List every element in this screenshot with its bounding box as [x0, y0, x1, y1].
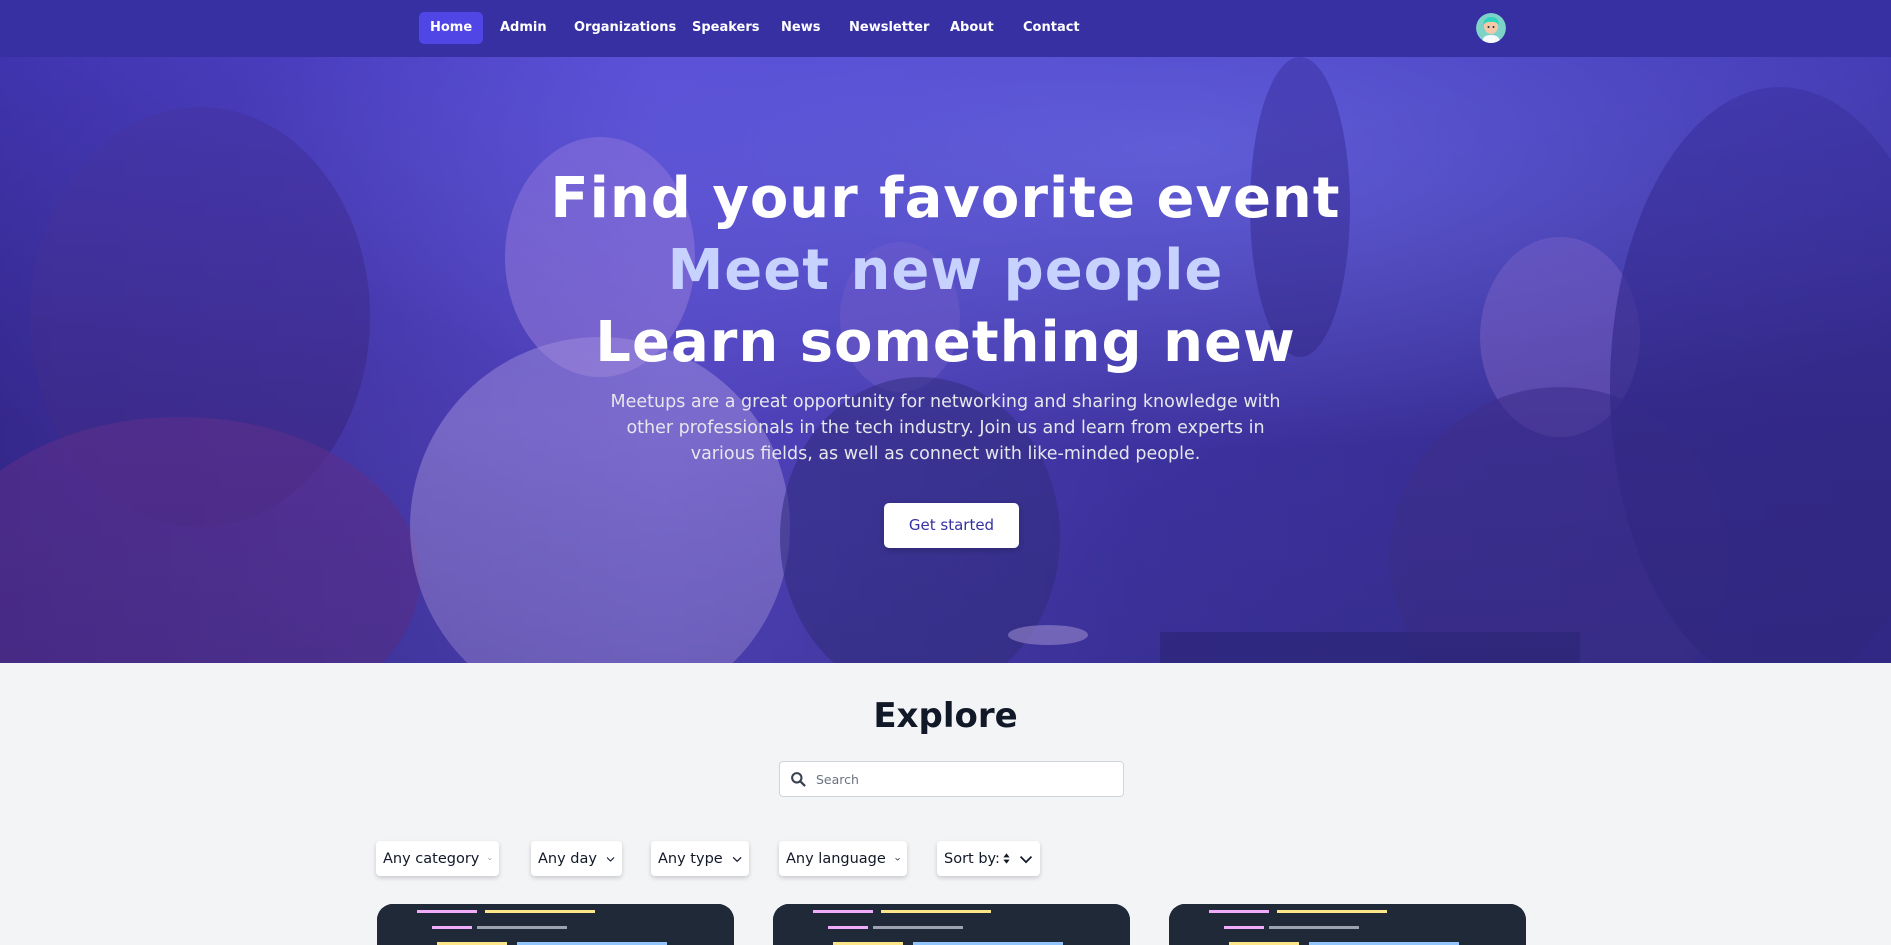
- type-filter-label: Any type: [658, 850, 723, 867]
- nav-newsletter[interactable]: Newsletter: [838, 12, 940, 44]
- category-filter-label: Any category: [383, 850, 480, 867]
- top-navbar: Home Admin Organizations Speakers News N…: [0, 0, 1891, 57]
- language-filter-label: Any language: [786, 850, 886, 867]
- chevron-down-icon: [488, 857, 492, 860]
- hero-section: Find your favorite event Meet new people…: [0, 57, 1891, 663]
- category-filter[interactable]: Any category: [376, 841, 499, 876]
- type-filter[interactable]: Any type: [651, 841, 749, 876]
- chevron-down-icon: [606, 856, 615, 862]
- get-started-button[interactable]: Get started: [884, 503, 1019, 548]
- sort-icon: [1003, 853, 1010, 864]
- chevron-down-icon: [895, 857, 900, 861]
- event-card[interactable]: [377, 904, 734, 945]
- hero-description: Meetups are a great opportunity for netw…: [610, 392, 1281, 464]
- nav-organizations[interactable]: Organizations: [563, 12, 687, 44]
- nav-home[interactable]: Home: [419, 12, 484, 44]
- language-filter[interactable]: Any language: [779, 841, 907, 876]
- day-filter-label: Any day: [538, 850, 597, 867]
- chevron-down-icon: [732, 856, 742, 862]
- event-card-image: [773, 904, 1130, 945]
- user-avatar[interactable]: [1476, 13, 1506, 43]
- nav-contact[interactable]: Contact: [1012, 12, 1091, 44]
- sort-filter[interactable]: Sort by:: [937, 841, 1040, 876]
- nav-speakers[interactable]: Speakers: [681, 12, 771, 44]
- search-input[interactable]: [816, 762, 1116, 796]
- chevron-down-icon: [1019, 855, 1033, 863]
- avatar-icon: [1476, 13, 1506, 43]
- event-card[interactable]: [773, 904, 1130, 945]
- nav-news[interactable]: News: [770, 12, 831, 44]
- sort-filter-label: Sort by:: [944, 850, 1000, 867]
- nav-about[interactable]: About: [939, 12, 1005, 44]
- day-filter[interactable]: Any day: [531, 841, 622, 876]
- event-card[interactable]: [1169, 904, 1526, 945]
- search-box: [779, 761, 1124, 797]
- nav-admin[interactable]: Admin: [489, 12, 558, 44]
- search-icon: [791, 772, 806, 787]
- event-card-image: [1169, 904, 1526, 945]
- explore-title: Explore: [873, 696, 1018, 736]
- hero-title-line-2: Meet new people: [667, 238, 1224, 303]
- hero-title-line-3: Learn something new: [595, 310, 1296, 375]
- hero-title-line-1: Find your favorite event: [550, 166, 1341, 231]
- event-card-image: [377, 904, 734, 945]
